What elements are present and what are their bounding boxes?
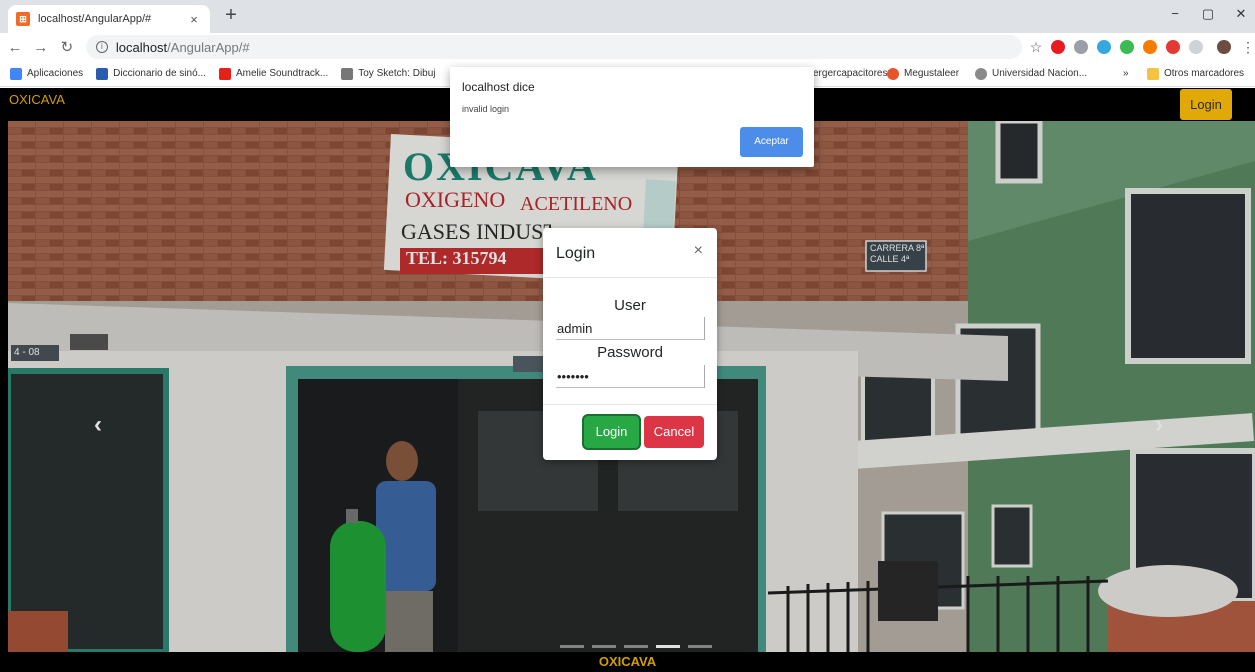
alert-accept-button[interactable]: Aceptar	[740, 127, 803, 157]
browser-toolbar: ← → ↻ i localhost/AngularApp/# ☆ ⋮	[0, 33, 1255, 61]
url-path: /AngularApp/#	[167, 39, 250, 55]
site-favicon-icon: ⊞	[16, 12, 30, 26]
modal-header: Login ×	[543, 228, 717, 278]
bookmark-item[interactable]: Universidad Nacion...	[975, 67, 1087, 80]
forward-arrow-icon[interactable]: →	[30, 39, 52, 56]
extension-icon[interactable]	[1097, 40, 1112, 54]
bookmark-item[interactable]: Aplicaciones	[10, 67, 83, 80]
tab-title: localhost/AngularApp/#	[38, 13, 152, 25]
extension-icon[interactable]	[1143, 40, 1158, 54]
url-host: localhost	[115, 39, 168, 55]
user-label: User	[614, 297, 646, 314]
close-window-icon[interactable]: ✕	[1226, 6, 1255, 22]
bookmark-item[interactable]: Amelie Soundtrack...	[218, 67, 328, 80]
bookmark-item[interactable]: Diccionario de sinó...	[96, 67, 206, 80]
cancel-button[interactable]: Cancel	[644, 416, 704, 448]
folder-icon	[1147, 67, 1159, 80]
bookmarks-overflow-icon[interactable]: »	[1123, 68, 1129, 79]
university-icon	[975, 67, 987, 80]
youtube-icon	[218, 67, 231, 80]
alert-message: invalid login	[462, 104, 510, 114]
info-icon[interactable]: i	[95, 41, 108, 53]
user-input[interactable]	[556, 317, 705, 340]
maximize-icon[interactable]: ▢	[1193, 6, 1223, 22]
minimize-icon[interactable]: −	[1160, 6, 1190, 21]
sketch-icon	[341, 67, 354, 80]
login-submit-button[interactable]: Login	[584, 416, 639, 448]
extension-icon[interactable]	[1166, 40, 1181, 54]
modal-footer: Login Cancel	[543, 404, 717, 460]
opera-extension-icon[interactable]	[1051, 40, 1066, 54]
extension-icon[interactable]	[1189, 40, 1204, 54]
bookmark-star-icon[interactable]: ☆	[1030, 39, 1043, 56]
megustaleer-icon	[887, 67, 899, 80]
browser-tabstrip: ⊞ localhost/AngularApp/# × + − ▢ ✕	[0, 0, 1255, 33]
new-tab-button[interactable]: +	[220, 4, 242, 27]
reload-icon[interactable]: ↻	[56, 38, 78, 56]
tab-close-icon[interactable]: ×	[186, 12, 202, 27]
browser-tab[interactable]: ⊞ localhost/AngularApp/# ×	[8, 5, 210, 33]
other-bookmarks-folder[interactable]: Otros marcadores	[1147, 67, 1244, 80]
alert-dialog: localhost dice invalid login Aceptar	[450, 67, 814, 167]
back-arrow-icon[interactable]: ←	[4, 39, 26, 56]
wordreference-icon	[96, 67, 109, 80]
login-modal: Login × User Password Login Cancel	[543, 228, 717, 460]
extension-icon[interactable]	[1074, 40, 1089, 54]
alert-title: localhost dice	[462, 80, 535, 94]
profile-avatar-icon[interactable]	[1217, 40, 1232, 54]
address-bar[interactable]: i localhost/AngularApp/#	[85, 35, 1022, 59]
password-label: Password	[597, 344, 663, 361]
bookmark-item[interactable]: ergercapacitores	[813, 68, 887, 79]
password-input[interactable]	[556, 365, 705, 388]
apps-grid-icon	[10, 67, 22, 80]
modal-title: Login	[556, 245, 596, 262]
close-icon[interactable]: ×	[694, 242, 703, 260]
bookmark-item[interactable]: Megustaleer	[887, 67, 959, 80]
extension-icon[interactable]	[1120, 40, 1135, 54]
bookmark-item[interactable]: Toy Sketch: Dibuj	[341, 67, 436, 80]
menu-kebab-icon[interactable]: ⋮	[1241, 39, 1255, 56]
